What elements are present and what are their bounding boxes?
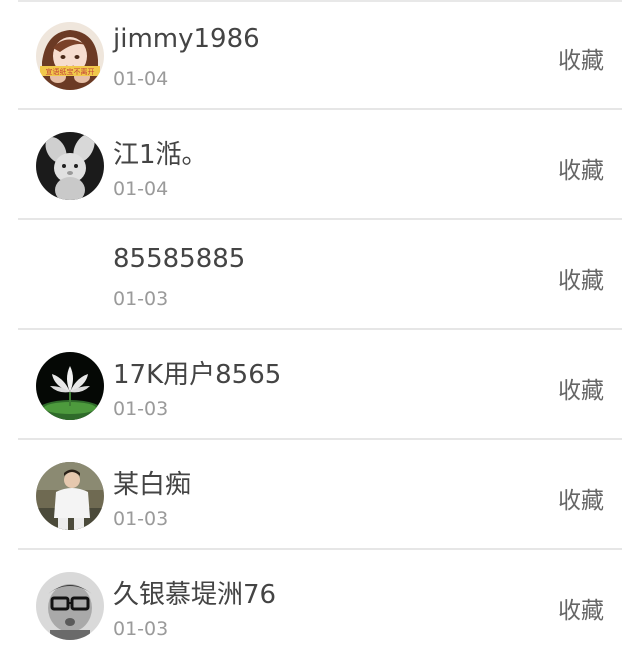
glasses-kid-avatar-icon[interactable] xyxy=(36,572,104,640)
list-item[interactable]: 85585885 01-03 收藏 xyxy=(0,220,640,330)
favorite-button[interactable]: 收藏 xyxy=(558,591,604,625)
user-name: 某白痴 xyxy=(113,470,192,500)
user-name: 17K用户8565 xyxy=(113,360,282,390)
lotus-avatar-icon[interactable] xyxy=(36,352,104,420)
item-date: 01-03 xyxy=(113,288,169,310)
list-item[interactable]: 江1湉。 01-04 收藏 xyxy=(0,110,640,220)
favorite-button[interactable]: 收藏 xyxy=(558,41,604,75)
item-date: 01-03 xyxy=(113,398,169,420)
item-date: 01-04 xyxy=(113,178,169,200)
user-name: 85585885 xyxy=(113,244,246,274)
list-item[interactable]: 宣语纸宝不离开 jimmy1986 01-04 收藏 xyxy=(0,0,640,110)
anime-girl-avatar-icon[interactable]: 宣语纸宝不离开 xyxy=(36,22,104,90)
item-date: 01-03 xyxy=(113,618,169,640)
favorite-button[interactable]: 收藏 xyxy=(558,481,604,515)
favorite-button[interactable]: 收藏 xyxy=(558,261,604,295)
person-photo-avatar-icon[interactable] xyxy=(36,462,104,530)
favorite-button[interactable]: 收藏 xyxy=(558,151,604,185)
list-item[interactable]: 某白痴 01-03 收藏 xyxy=(0,440,640,550)
list-item[interactable]: 17K用户8565 01-03 收藏 xyxy=(0,330,640,440)
user-name: jimmy1986 xyxy=(113,24,260,54)
list-item[interactable]: 久银慕堤洲76 01-03 收藏 xyxy=(0,550,640,660)
item-date: 01-04 xyxy=(113,68,169,90)
favorites-list: 宣语纸宝不离开 jimmy1986 01-04 收藏 江1湉。 01-04 收藏 xyxy=(0,0,640,660)
plush-bunny-avatar-icon[interactable] xyxy=(36,132,104,200)
item-date: 01-03 xyxy=(113,508,169,530)
user-name: 久银慕堤洲76 xyxy=(113,580,277,610)
favorite-button[interactable]: 收藏 xyxy=(558,371,604,405)
user-name: 江1湉。 xyxy=(113,140,208,170)
avatar-caption: 宣语纸宝不离开 xyxy=(46,67,95,76)
